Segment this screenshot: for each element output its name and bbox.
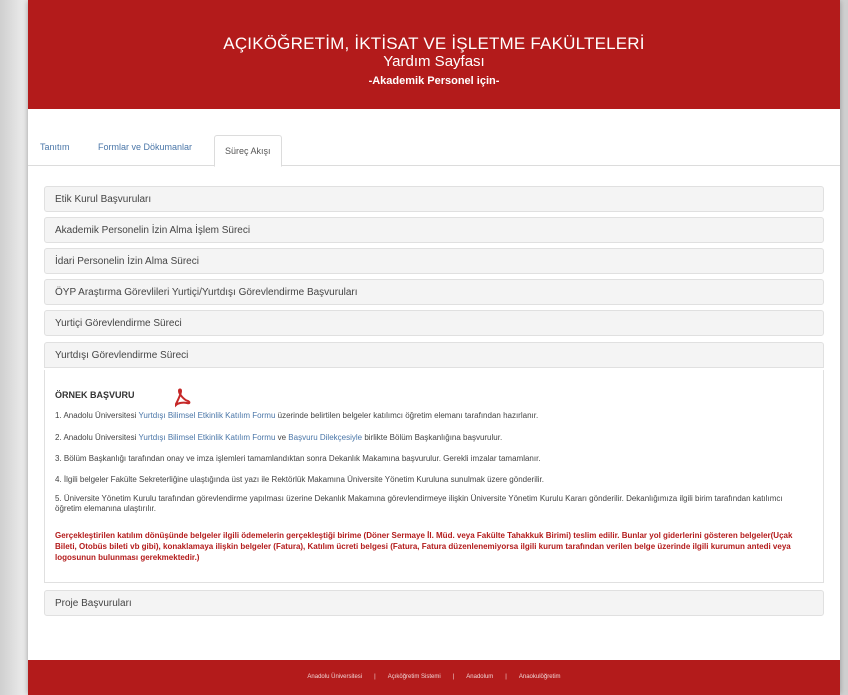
footer-separator: | [374, 674, 376, 680]
step-2: 2. Anadolu Üniversitesi Yurtdışı Bilimse… [55, 433, 805, 443]
step-4: 4. İlgili belgeler Fakülte Sekreterliğin… [55, 475, 544, 484]
tab-bar: Tanıtım Formlar ve Dökumanlar Süreç Akış… [28, 135, 840, 167]
site-footer: Anadolu Üniversitesi | Açıköğretim Sistemi… [28, 660, 840, 695]
yurtdisi-panel: ÖRNEK BAŞVURU 1. Anadolu Üniversitesi Yu… [44, 370, 824, 583]
footer-link-acikogretim[interactable]: Açıköğretim Sistemi [388, 674, 441, 680]
footer-link-anadolum[interactable]: Anadolum [466, 674, 493, 680]
tab-surec-akisi[interactable]: Süreç Akışı [214, 135, 282, 167]
step-1-text-b: üzerinde belirtilen belgeler katılımcı ö… [275, 411, 539, 420]
site-title: AÇIKÖĞRETİM, İKTİSAT VE İŞLETME FAKÜLTEL… [223, 34, 645, 53]
step-1: 1. Anadolu Üniversitesi Yurtdışı Bilimse… [55, 411, 805, 421]
audience-label: -Akademik Personel için- [368, 75, 500, 87]
step-2-form-link[interactable]: Yurtdışı Bilimsel Etkinlik Katılım Formu [138, 433, 275, 442]
example-title: ÖRNEK BAŞVURU [55, 390, 135, 400]
step-2-petition-link[interactable]: Başvuru Dilekçesiyle [288, 433, 362, 442]
footer-link-anadolu[interactable]: Anadolu Üniversitesi [307, 674, 362, 680]
accordion-yurtdisi[interactable]: Yurtdışı Görevlendirme Süreci [44, 342, 824, 368]
accordion-etik-kurul[interactable]: Etik Kurul Başvuruları [44, 186, 824, 212]
accordion-proje[interactable]: Proje Başvuruları [44, 590, 824, 616]
footer-separator: | [452, 674, 455, 680]
step-2-text-a: 2. Anadolu Üniversitesi [55, 433, 139, 442]
accordion-idari-izin[interactable]: İdari Personelin İzin Alma Süreci [44, 248, 824, 274]
step-2-text-mid: ve [275, 433, 289, 442]
refund-note: Gerçekleştirilen katılım dönüşünde belge… [55, 531, 793, 562]
site-subtitle: Yardım Sayfası [383, 53, 485, 70]
step-5: 5. Üniversite Yönetim Kurulu tarafından … [55, 494, 783, 513]
tab-formlar[interactable]: Formlar ve Dökumanlar [98, 142, 192, 152]
step-1-text-a: 1. Anadolu Üniversitesi [55, 411, 139, 420]
page-frame: AÇIKÖĞRETİM, İKTİSAT VE İŞLETME FAKÜLTEL… [28, 0, 840, 695]
step-2-text-b: birlikte Bölüm Başkanlığına başvurulur. [362, 433, 503, 442]
accordion-yurtici[interactable]: Yurtiçi Görevlendirme Süreci [44, 310, 824, 336]
accordion-oyp[interactable]: ÖYP Araştırma Görevlileri Yurtiçi/Yurtdı… [44, 279, 824, 305]
accordion-akademik-izin[interactable]: Akademik Personelin İzin Alma İşlem Süre… [44, 217, 824, 243]
pdf-icon[interactable] [172, 388, 192, 408]
footer-separator: | [505, 674, 507, 680]
footer-link-anaokul[interactable]: Anaokulöğretim [519, 674, 561, 680]
step-1-form-link[interactable]: Yurtdışı Bilimsel Etkinlik Katılım Formu [138, 411, 275, 420]
step-3: 3. Bölüm Başkanlığı tarafından onay ve i… [55, 454, 541, 463]
site-header: AÇIKÖĞRETİM, İKTİSAT VE İŞLETME FAKÜLTEL… [28, 0, 840, 109]
tab-tanitim[interactable]: Tanıtım [40, 142, 70, 152]
